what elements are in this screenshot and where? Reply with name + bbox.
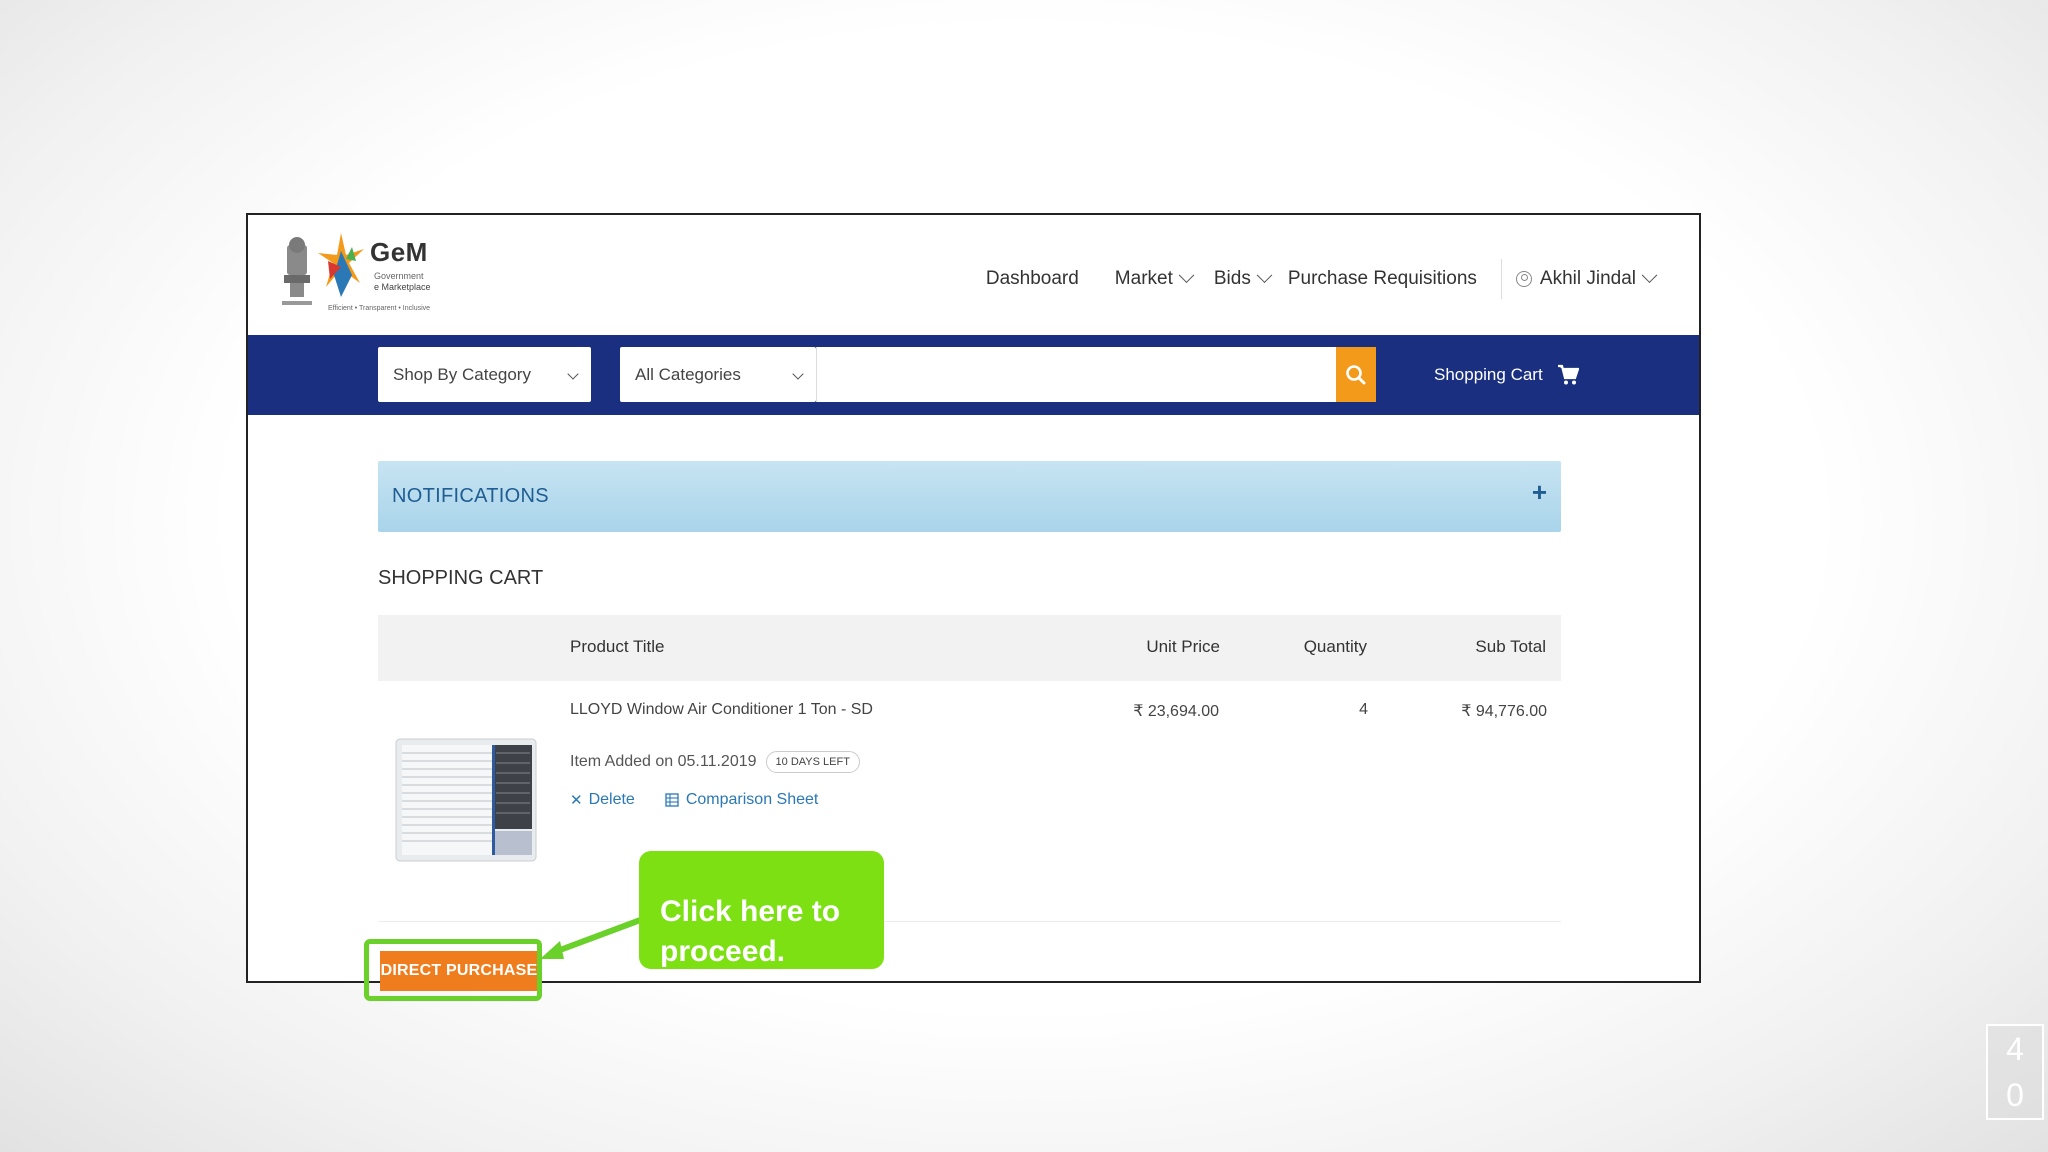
gem-logo[interactable]: GeM Government e Marketplace Efficient •… xyxy=(280,231,440,321)
chevron-down-icon xyxy=(1641,266,1658,283)
nav-bids[interactable]: Bids xyxy=(1213,266,1273,290)
screenshot-frame: GeM Government e Marketplace Efficient •… xyxy=(246,213,1701,1001)
delete-label: Delete xyxy=(588,791,635,808)
cart-table-header: Product Title Unit Price Quantity Sub To… xyxy=(378,615,1561,681)
click-here-callout: Click here to proceed. xyxy=(639,851,884,969)
chevron-down-icon xyxy=(792,368,804,380)
item-added-info: Item Added on 05.11.2019 10 DAYS LEFT xyxy=(570,751,860,773)
callout-arrow-icon xyxy=(540,916,645,959)
shopping-cart-link[interactable]: Shopping Cart xyxy=(1434,347,1579,402)
logo-subtitle-2: e Marketplace xyxy=(374,282,431,292)
main-nav: Dashboard Market Bids Purchase Requisiti… xyxy=(964,259,1658,299)
product-unit-price: ₹ 23,694.00 xyxy=(1133,703,1219,720)
nav-divider xyxy=(1500,259,1502,299)
search-bar: Shop By Category All Categories Shopping… xyxy=(248,335,1699,415)
col-quantity: Quantity xyxy=(1303,637,1367,656)
shop-by-category-label: Shop By Category xyxy=(393,364,531,384)
user-menu[interactable]: Akhil Jindal xyxy=(1515,266,1658,290)
shopping-cart-label: Shopping Cart xyxy=(1434,364,1543,384)
cart-icon xyxy=(1557,364,1579,384)
product-sub-total: ₹ 94,776.00 xyxy=(1461,703,1547,720)
all-categories-label: All Categories xyxy=(635,364,741,384)
col-sub-total: Sub Total xyxy=(1475,637,1546,656)
national-emblem-icon xyxy=(282,237,312,305)
item-added-date: Item Added on 05.11.2019 xyxy=(570,753,757,770)
delete-link[interactable]: ✕ Delete xyxy=(570,791,635,809)
highlight-box xyxy=(364,939,542,1001)
shop-by-category-select[interactable]: Shop By Category xyxy=(378,347,591,402)
chevron-down-icon xyxy=(567,368,579,380)
notifications-title: NOTIFICATIONS xyxy=(392,485,549,507)
search-icon xyxy=(1346,364,1366,384)
all-categories-select[interactable]: All Categories xyxy=(620,347,816,402)
logo-title: GeM xyxy=(370,237,428,267)
days-left-badge: 10 DAYS LEFT xyxy=(765,751,860,773)
expand-plus-icon[interactable]: + xyxy=(1532,479,1547,505)
top-header: GeM Government e Marketplace Efficient •… xyxy=(248,215,1699,335)
slide-number-line-1: 4 xyxy=(2006,1031,2024,1067)
col-product-title: Product Title xyxy=(570,637,665,656)
product-name[interactable]: LLOYD Window Air Conditioner 1 Ton - SD xyxy=(570,701,873,719)
table-icon xyxy=(665,793,679,807)
nav-market-label: Market xyxy=(1114,268,1173,289)
nav-bids-label: Bids xyxy=(1213,268,1251,289)
logo-subtitle-1: Government xyxy=(374,271,424,281)
col-unit-price: Unit Price xyxy=(1146,637,1220,656)
nav-market[interactable]: Market xyxy=(1114,266,1195,290)
gem-star-icon xyxy=(318,233,364,297)
user-name: Akhil Jindal xyxy=(1539,268,1636,289)
user-icon xyxy=(1515,271,1532,287)
search-input[interactable] xyxy=(816,347,1336,402)
comparison-sheet-label: Comparison Sheet xyxy=(685,791,819,808)
comparison-sheet-link[interactable]: Comparison Sheet xyxy=(665,791,819,809)
shopping-cart-title: SHOPPING CART xyxy=(378,567,544,589)
item-actions: ✕ Delete Comparison Sheet xyxy=(570,791,848,809)
nav-dashboard[interactable]: Dashboard xyxy=(986,268,1079,290)
close-icon: ✕ xyxy=(570,792,583,809)
app-window: GeM Government e Marketplace Efficient •… xyxy=(248,215,1699,981)
slide-number: 4 0 xyxy=(1986,1024,2044,1120)
chevron-down-icon xyxy=(1178,266,1195,283)
notifications-panel[interactable]: NOTIFICATIONS + xyxy=(378,461,1561,532)
chevron-down-icon xyxy=(1256,266,1273,283)
search-button[interactable] xyxy=(1336,347,1376,402)
slide-number-line-2: 0 xyxy=(2006,1077,2024,1113)
product-quantity: 4 xyxy=(1359,701,1368,718)
logo-tagline: Efficient • Transparent • Inclusive xyxy=(328,305,431,312)
nav-purchase-requisitions[interactable]: Purchase Requisitions xyxy=(1288,268,1477,290)
product-image[interactable] xyxy=(394,733,538,865)
